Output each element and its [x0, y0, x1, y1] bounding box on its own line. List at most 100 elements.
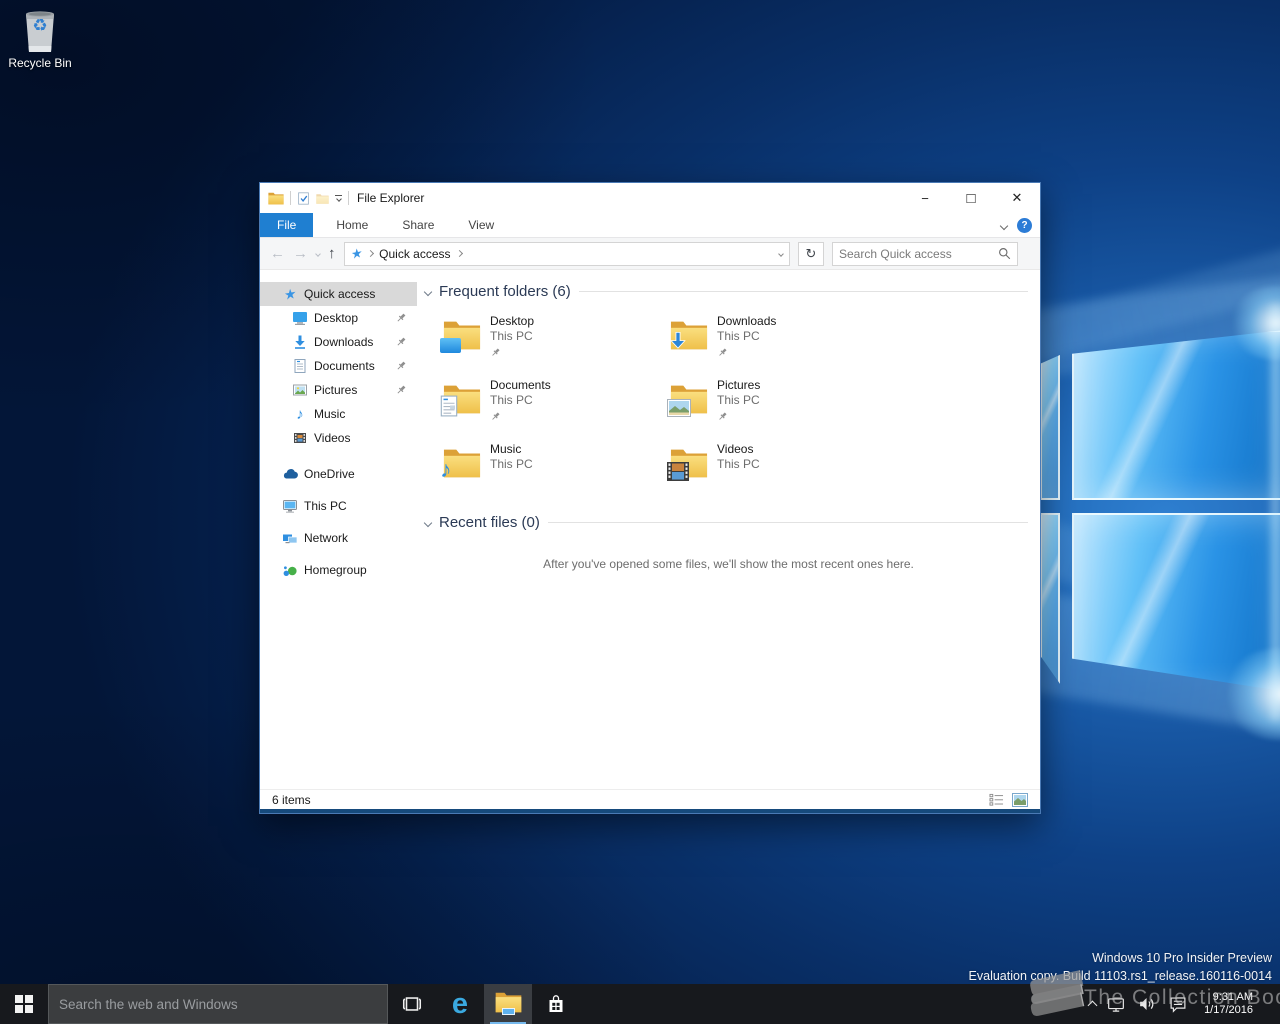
taskbar: e [0, 984, 1280, 1024]
pin-icon [490, 411, 501, 422]
pin-icon [395, 384, 407, 396]
taskbar-search-input[interactable] [59, 997, 377, 1012]
sidebar-item-label: Music [314, 407, 345, 421]
recent-files-empty-message: After you've opened some files, we'll sh… [425, 557, 1032, 571]
pictures-overlay-icon [667, 399, 691, 417]
music-icon: ♪ [296, 407, 304, 422]
pin-icon [395, 336, 407, 348]
new-folder-icon[interactable] [316, 192, 329, 205]
clock[interactable]: 9:31 AM 1/17/2016 [1204, 991, 1253, 1017]
explorer-search-input[interactable] [839, 247, 998, 261]
file-explorer-icon [495, 990, 522, 1018]
sidebar-item-desktop[interactable]: Desktop [260, 306, 417, 330]
navigation-pane: ★ Quick access Desktop Downloads [260, 270, 417, 789]
folder-tile-videos[interactable]: Videos This PC [670, 442, 897, 492]
recycle-bin[interactable]: ♻ Recycle Bin [8, 8, 72, 70]
explorer-search[interactable] [832, 242, 1018, 266]
folder-location: This PC [717, 393, 760, 408]
folder-tile-downloads[interactable]: Downloads This PC [670, 314, 897, 364]
close-button[interactable]: ✕ [994, 183, 1040, 213]
folder-view: Frequent folders (6) Desktop This PC [417, 270, 1040, 789]
task-view-button[interactable] [388, 984, 436, 1024]
desktop-overlay-icon [440, 338, 461, 353]
quick-access-toolbar [268, 191, 349, 205]
breadcrumb-chevron-icon[interactable] [367, 250, 374, 257]
sidebar-item-label: Pictures [314, 383, 357, 397]
breadcrumb[interactable]: Quick access [379, 247, 450, 261]
recent-locations-dropdown-icon[interactable] [315, 251, 321, 257]
pictures-icon [292, 382, 308, 398]
collapse-section-icon[interactable] [424, 287, 432, 295]
window-controls: − □ ✕ [902, 183, 1040, 213]
forward-button[interactable]: → [293, 246, 308, 261]
windows-logo-pane [1040, 513, 1060, 691]
volume-icon[interactable] [1136, 993, 1158, 1015]
network-icon[interactable] [1105, 993, 1127, 1015]
start-button[interactable] [0, 984, 48, 1024]
section-frequent-folders: Frequent folders (6) [425, 283, 1032, 300]
expand-ribbon-icon[interactable] [1000, 221, 1008, 229]
folder-location: This PC [717, 329, 776, 344]
tab-view[interactable]: View [451, 213, 511, 237]
address-bar[interactable]: ★ Quick access [344, 242, 791, 266]
properties-icon[interactable] [297, 192, 310, 205]
store-button[interactable] [532, 984, 580, 1024]
folder-name: Pictures [717, 378, 760, 393]
folder-tile-desktop[interactable]: Desktop This PC [443, 314, 670, 364]
details-view-icon[interactable] [989, 793, 1004, 807]
refresh-button[interactable]: ↻ [798, 242, 824, 266]
folder-tile-documents[interactable]: Documents This PC [443, 378, 670, 428]
tab-share[interactable]: Share [385, 213, 451, 237]
folder-tile-pictures[interactable]: Pictures This PC [670, 378, 897, 428]
documents-icon [292, 358, 308, 374]
sidebar-item-homegroup[interactable]: Homegroup [260, 558, 417, 582]
breadcrumb-chevron-icon[interactable] [455, 250, 462, 257]
minimize-button[interactable]: − [902, 183, 948, 213]
folder-name: Downloads [717, 314, 776, 329]
file-explorer-window: File Explorer − □ ✕ File Home Share View… [259, 182, 1041, 814]
sidebar-item-onedrive[interactable]: OneDrive [260, 462, 417, 486]
edge-button[interactable]: e [436, 984, 484, 1024]
downloads-overlay-icon [667, 331, 689, 353]
folder-tile-music[interactable]: ♪ Music This PC [443, 442, 670, 492]
sidebar-item-this-pc[interactable]: This PC [260, 494, 417, 518]
sidebar-item-network[interactable]: Network [260, 526, 417, 550]
onedrive-icon [282, 466, 298, 482]
desktop: ♻ Recycle Bin Windows 10 Pro Insider Pre… [0, 0, 1280, 1024]
back-button[interactable]: ← [270, 246, 285, 261]
search-icon [998, 247, 1011, 260]
thumbnail-view-icon[interactable] [1012, 793, 1028, 807]
this-pc-icon [282, 498, 298, 514]
documents-overlay-icon [440, 395, 458, 417]
watermark-line2: Evaluation copy. Build 11103.rs1_release… [969, 967, 1272, 985]
sidebar-item-label: OneDrive [304, 467, 355, 481]
customize-toolbar-dropdown-icon[interactable] [335, 195, 342, 201]
explorer-folder-icon [268, 191, 284, 205]
sidebar-item-music[interactable]: ♪ Music [260, 402, 417, 426]
tray-expand-icon[interactable] [1088, 1001, 1098, 1011]
folder-location: This PC [490, 393, 551, 408]
file-explorer-button[interactable] [484, 984, 532, 1024]
tab-file[interactable]: File [260, 213, 313, 237]
tab-home[interactable]: Home [319, 213, 385, 237]
sidebar-item-quick-access[interactable]: ★ Quick access [260, 282, 417, 306]
up-button[interactable]: ↑ [328, 246, 336, 261]
maximize-button[interactable]: □ [948, 183, 994, 213]
sidebar-item-documents[interactable]: Documents [260, 354, 417, 378]
help-icon[interactable]: ? [1017, 218, 1032, 233]
sidebar-item-downloads[interactable]: Downloads [260, 330, 417, 354]
sidebar-item-label: Homegroup [304, 563, 367, 577]
collapse-section-icon[interactable] [424, 518, 432, 526]
folder-name: Documents [490, 378, 551, 393]
taskbar-search[interactable] [48, 984, 388, 1024]
folder-location: This PC [490, 457, 533, 472]
sidebar-item-label: This PC [304, 499, 347, 513]
windows-logo-icon [15, 995, 33, 1013]
watermark-line1: Windows 10 Pro Insider Preview [969, 949, 1272, 967]
sidebar-item-videos[interactable]: Videos [260, 426, 417, 450]
edge-icon: e [452, 990, 468, 1019]
clock-time: 9:31 AM [1204, 991, 1253, 1004]
address-dropdown-icon[interactable] [778, 251, 784, 257]
sidebar-item-pictures[interactable]: Pictures [260, 378, 417, 402]
action-center-icon[interactable] [1167, 993, 1189, 1015]
